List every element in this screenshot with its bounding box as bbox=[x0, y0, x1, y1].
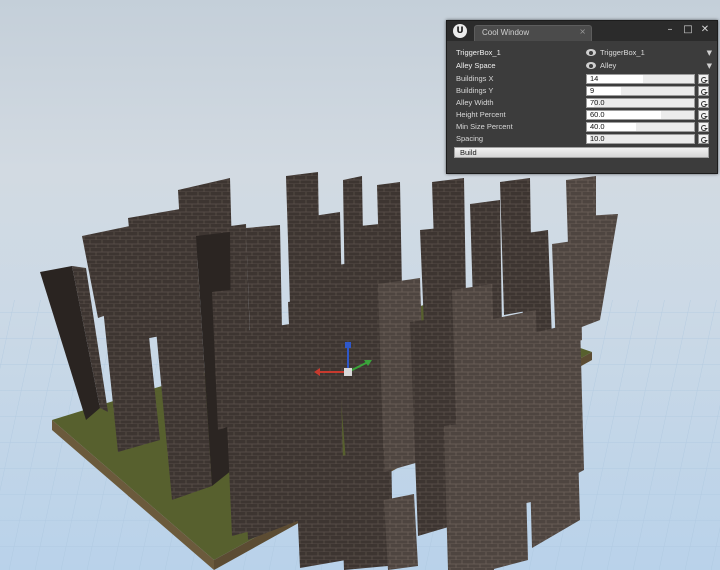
spacing-value: 10.0 bbox=[590, 134, 605, 143]
tab-title: Cool Window bbox=[482, 28, 530, 37]
maximize-button[interactable]: □ bbox=[681, 23, 695, 36]
eye-icon bbox=[586, 49, 596, 56]
alley-space-value: Alley bbox=[600, 61, 617, 70]
window-titlebar[interactable]: U Cool Window × – □ ✕ bbox=[447, 21, 717, 41]
buildings-y-spinbox[interactable]: 9 bbox=[586, 86, 695, 96]
alley-width-row: Alley Width 70.0 bbox=[452, 97, 710, 109]
height-percent-value: 60.0 bbox=[590, 110, 605, 119]
height-percent-spinbox[interactable]: 60.0 bbox=[586, 110, 695, 120]
buildings-y-row: Buildings Y 9 bbox=[452, 85, 710, 97]
height-percent-label: Height Percent bbox=[456, 110, 506, 119]
reset-to-default-icon[interactable] bbox=[698, 98, 709, 108]
min-size-percent-row: Min Size Percent 40.0 bbox=[452, 121, 710, 133]
alley-width-spinbox[interactable]: 70.0 bbox=[586, 98, 695, 108]
dropdown-arrow-icon[interactable]: ▼ bbox=[707, 60, 712, 72]
min-size-percent-value: 40.0 bbox=[590, 122, 605, 131]
alley-space-picker[interactable]: Alley ▼ bbox=[586, 60, 714, 72]
reset-to-default-icon[interactable] bbox=[698, 86, 709, 96]
trigger-box-label: TriggerBox_1 bbox=[456, 48, 501, 57]
reset-to-default-icon[interactable] bbox=[698, 134, 709, 144]
alley-space-label: Alley Space bbox=[456, 61, 496, 70]
buildings-x-spinbox[interactable]: 14 bbox=[586, 74, 695, 84]
dropdown-arrow-icon[interactable]: ▼ bbox=[707, 47, 712, 59]
trigger-box-value: TriggerBox_1 bbox=[600, 48, 645, 57]
trigger-box-row: TriggerBox_1 TriggerBox_1 ▼ bbox=[452, 47, 712, 59]
buildings-y-label: Buildings Y bbox=[456, 86, 494, 95]
tab-close-icon[interactable]: × bbox=[579, 27, 586, 36]
buildings-x-value: 14 bbox=[590, 74, 599, 83]
build-button-label: Build bbox=[460, 148, 477, 157]
eye-icon bbox=[586, 62, 596, 69]
alley-space-row: Alley Space Alley ▼ bbox=[452, 60, 712, 72]
reset-to-default-icon[interactable] bbox=[698, 110, 709, 120]
buildings-x-label: Buildings X bbox=[456, 74, 494, 83]
min-size-percent-label: Min Size Percent bbox=[456, 122, 513, 131]
spacing-row: Spacing 10.0 bbox=[452, 133, 710, 145]
tab-cool-window[interactable]: Cool Window × bbox=[474, 25, 592, 41]
spacing-label: Spacing bbox=[456, 134, 484, 143]
buildings-y-value: 9 bbox=[590, 86, 595, 95]
unreal-logo-icon: U bbox=[453, 24, 467, 38]
height-percent-row: Height Percent 60.0 bbox=[452, 109, 710, 121]
spacing-spinbox[interactable]: 10.0 bbox=[586, 134, 695, 144]
reset-to-default-icon[interactable] bbox=[698, 122, 709, 132]
alley-width-value: 70.0 bbox=[590, 98, 605, 107]
reset-to-default-icon[interactable] bbox=[698, 74, 709, 84]
alley-width-label: Alley Width bbox=[456, 98, 494, 107]
minimize-button[interactable]: – bbox=[663, 23, 677, 36]
min-size-percent-spinbox[interactable]: 40.0 bbox=[586, 122, 695, 132]
build-button[interactable]: Build bbox=[454, 147, 709, 158]
buildings-x-row: Buildings X 14 bbox=[452, 73, 710, 85]
cool-window-panel[interactable]: U Cool Window × – □ ✕ TriggerBox_1 Trigg… bbox=[446, 20, 718, 174]
trigger-box-picker[interactable]: TriggerBox_1 ▼ bbox=[586, 47, 714, 59]
close-window-button[interactable]: ✕ bbox=[698, 23, 712, 36]
